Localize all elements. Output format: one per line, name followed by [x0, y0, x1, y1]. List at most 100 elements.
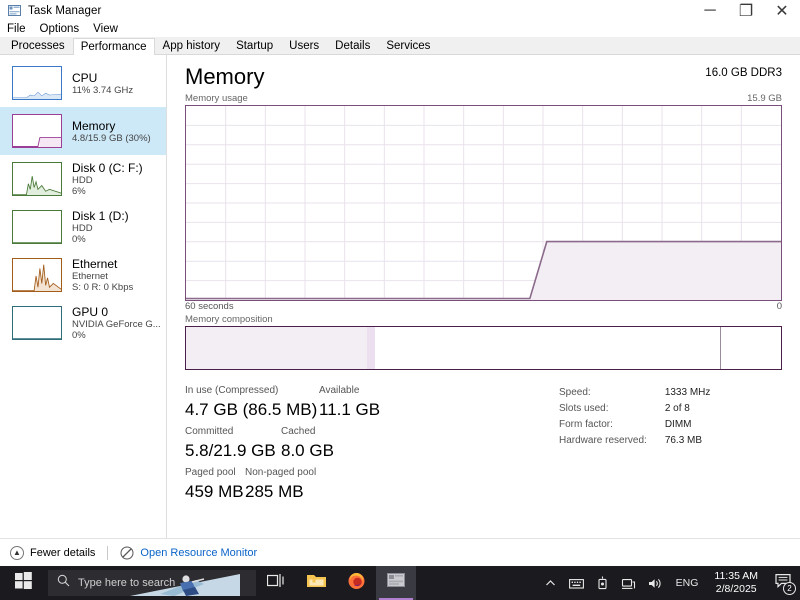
cpu-thumbnail-graph [12, 66, 62, 100]
footer-divider [107, 545, 109, 560]
task-view-icon [266, 573, 285, 594]
fewer-details-button[interactable]: ▲ Fewer details [10, 545, 96, 560]
stat-available: Available 11.1 GB [319, 384, 380, 422]
detail-hardware-reserved-key: Hardware reserved: [559, 435, 647, 446]
tray-language-indicator[interactable]: ENG [668, 577, 707, 589]
sidebar-item-cpu[interactable]: CPU 11% 3.74 GHz [0, 59, 166, 107]
restore-button[interactable]: ❐ [728, 0, 764, 22]
tray-chevron-up-icon[interactable] [538, 566, 564, 600]
resource-monitor-label: Open Resource Monitor [140, 546, 258, 559]
menu-options[interactable]: Options [33, 22, 87, 37]
sidebar-ethernet-title: Ethernet [72, 257, 118, 271]
window-controls: ─ ❐ ✕ [692, 0, 800, 22]
stat-cached-value: 8.0 GB [281, 441, 334, 460]
sidebar-item-disk0[interactable]: Disk 0 (C: F:) HDD 6% [0, 155, 166, 203]
detail-speed-key: Speed: [559, 387, 591, 398]
panel-header: Memory 16.0 GB DDR3 [167, 55, 800, 93]
composition-segment-standby [374, 327, 722, 369]
tab-performance[interactable]: Performance [72, 38, 155, 55]
tray-keyboard-icon[interactable] [564, 566, 590, 600]
detail-row-hardware-reserved: Hardware reserved: 76.3 MB [559, 434, 710, 450]
sidebar-gpu0-sub1: NVIDIA GeForce G... [72, 319, 161, 330]
tray-pen-input-icon[interactable] [590, 566, 616, 600]
memory-usage-max: 15.9 GB [747, 93, 782, 104]
resource-monitor-icon [120, 546, 134, 560]
sidebar-item-gpu0[interactable]: GPU 0 NVIDIA GeForce G... 0% [0, 299, 166, 347]
taskbar-task-manager-button[interactable] [376, 566, 416, 600]
tray-speaker-icon[interactable] [642, 566, 668, 600]
disk1-thumbnail-graph [12, 210, 62, 244]
taskbar-firefox-button[interactable] [336, 566, 376, 600]
stat-non-paged-pool-value: 285 MB [245, 482, 304, 501]
search-wallpaper-thumbnail [130, 574, 240, 596]
graph-axis-left: 60 seconds [185, 301, 234, 312]
minimize-button[interactable]: ─ [692, 0, 728, 22]
stat-in-use-label: In use (Compressed) [185, 385, 279, 396]
sidebar-gpu0-title: GPU 0 [72, 305, 109, 319]
menu-file[interactable]: File [0, 22, 33, 37]
window-title: Task Manager [28, 5, 102, 17]
page-title: Memory [185, 64, 265, 89]
close-button[interactable]: ✕ [764, 0, 800, 22]
detail-form-factor-key: Form factor: [559, 419, 613, 430]
stat-paged-pool-value: 459 MB [185, 482, 244, 501]
task-manager-window: Task Manager ─ ❐ ✕ File Options View Pro… [0, 0, 800, 600]
title-bar: Task Manager ─ ❐ ✕ [0, 0, 800, 22]
tab-strip: Processes Performance App history Startu… [0, 37, 800, 55]
tab-services[interactable]: Services [378, 37, 439, 54]
notification-count-badge: 2 [783, 582, 796, 595]
sidebar-disk0-title: Disk 0 (C: F:) [72, 161, 143, 175]
detail-row-speed: Speed: 1333 MHz [559, 386, 710, 402]
sidebar-disk0-sub1: HDD [72, 175, 93, 186]
open-resource-monitor-button[interactable]: Open Resource Monitor [120, 546, 257, 560]
firefox-icon [347, 571, 366, 595]
composition-segment-modified [367, 327, 375, 369]
stat-paged-pool: Paged pool 459 MB [185, 466, 244, 504]
tab-users[interactable]: Users [281, 37, 328, 54]
graph-axis-row: 60 seconds 0 [185, 301, 782, 314]
action-center-button[interactable]: 2 [766, 566, 800, 600]
fewer-details-label: Fewer details [30, 546, 96, 559]
taskbar-task-view-button[interactable] [256, 566, 296, 600]
sidebar-disk1-sub2: 0% [72, 234, 86, 245]
stat-cached: Cached 8.0 GB [281, 425, 334, 463]
sidebar-cpu-title: CPU [72, 70, 98, 85]
stat-non-paged-pool-label: Non-paged pool [245, 467, 317, 478]
detail-speed-value: 1333 MHz [664, 387, 711, 398]
memory-stats: In use (Compressed) 4.7 GB (86.5 MB) Ava… [185, 384, 782, 504]
performance-detail-panel: Memory 16.0 GB DDR3 Memory usage 15.9 GB [167, 55, 800, 538]
start-button[interactable] [0, 566, 46, 600]
stat-committed-value: 5.8/21.9 GB [185, 441, 276, 460]
tab-processes[interactable]: Processes [3, 37, 73, 54]
menu-view[interactable]: View [86, 22, 125, 37]
sidebar-item-disk1[interactable]: Disk 1 (D:) HDD 0% [0, 203, 166, 251]
memory-composition-bar[interactable] [185, 326, 782, 370]
taskbar-file-explorer-button[interactable] [296, 566, 336, 600]
sidebar-memory-sub: 4.8/15.9 GB (30%) [72, 132, 151, 144]
folder-icon [306, 572, 327, 594]
menu-bar: File Options View [0, 22, 800, 37]
detail-row-slots: Slots used: 2 of 8 [559, 402, 710, 418]
sidebar-memory-title: Memory [72, 118, 116, 133]
chevron-up-icon: ▲ [10, 545, 24, 560]
sidebar-cpu-sub: 11% 3.74 GHz [72, 84, 134, 96]
sidebar-ethernet-sub2: S: 0 R: 0 Kbps [72, 282, 134, 293]
tray-network-icon[interactable] [616, 566, 642, 600]
search-input[interactable]: Type here to search [48, 570, 256, 596]
sidebar-item-memory[interactable]: Memory 4.8/15.9 GB (30%) [0, 107, 166, 155]
task-manager-icon [8, 4, 22, 18]
clock-date: 2/8/2025 [715, 583, 757, 595]
memory-composition-wrap [185, 326, 782, 370]
tab-startup[interactable]: Startup [228, 37, 282, 54]
windows-start-icon [14, 572, 32, 594]
clock-time: 11:35 AM [714, 570, 758, 582]
stat-committed-label: Committed [185, 426, 234, 437]
tab-app-history[interactable]: App history [154, 37, 229, 54]
tab-details[interactable]: Details [327, 37, 379, 54]
taskbar-clock[interactable]: 11:35 AM 2/8/2025 [706, 570, 766, 596]
content-area: CPU 11% 3.74 GHz Memory 4.8/15.9 GB (30%… [0, 55, 800, 538]
composition-segment-in-use [186, 327, 368, 369]
sidebar-item-ethernet[interactable]: Ethernet Ethernet S: 0 R: 0 Kbps [0, 251, 166, 299]
search-icon [57, 574, 70, 592]
graph-axis-right: 0 [776, 301, 782, 312]
